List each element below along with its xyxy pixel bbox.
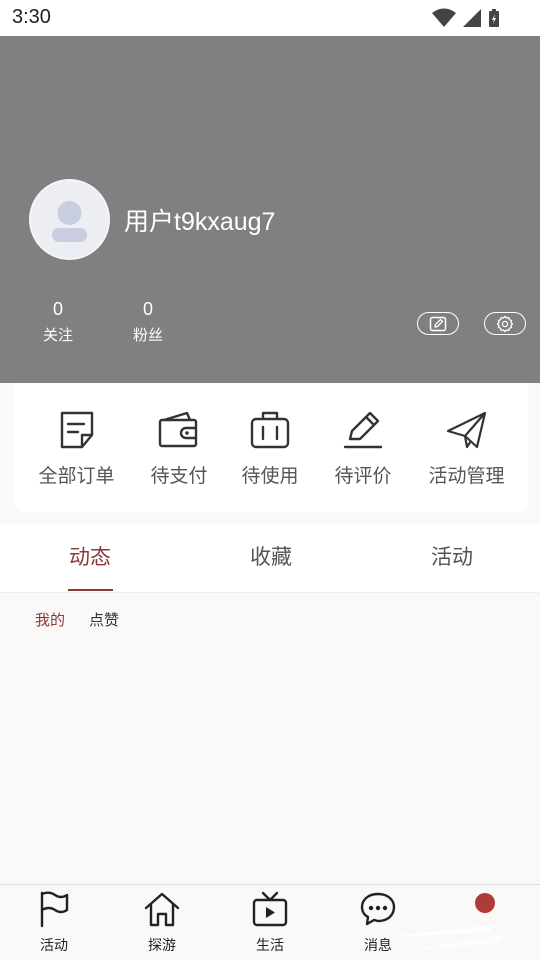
flag-icon — [40, 891, 69, 928]
battery-icon — [489, 9, 499, 27]
order-to-use-button[interactable]: 待使用 — [230, 407, 310, 488]
feed-subtabs: 我的 点赞 — [0, 606, 540, 632]
nav-activities[interactable]: 活动 — [14, 889, 94, 955]
stat-following[interactable]: 0 关注 — [28, 298, 88, 346]
order-to-review-label: 待评价 — [334, 465, 392, 487]
order-all-button[interactable]: 全部订单 — [34, 407, 119, 488]
stat-fans-value: 0 — [142, 299, 153, 319]
status-bar: 3:30 — [0, 0, 540, 36]
tab-favorites[interactable]: 收藏 — [211, 541, 331, 571]
stat-fans[interactable]: 0 粉丝 — [118, 298, 178, 346]
order-all-label: 全部订单 — [38, 465, 115, 487]
settings-button[interactable] — [484, 312, 526, 335]
stat-fans-label: 粉丝 — [132, 326, 163, 344]
tab-feed[interactable]: 动态 — [30, 541, 150, 571]
home-icon — [144, 892, 180, 927]
bottom-nav: 活动 探游 生活 消息 — [0, 884, 540, 960]
wifi-icon — [432, 8, 456, 27]
subtab-likes[interactable]: 点赞 — [89, 609, 119, 630]
order-to-use-label: 待使用 — [241, 465, 299, 487]
status-icons — [432, 8, 500, 28]
pen-icon — [343, 411, 383, 449]
stat-following-label: 关注 — [42, 326, 73, 344]
stat-following-value: 0 — [52, 299, 63, 319]
orders-card: 全部订单 待支付 待使用 待评价 活动管理 — [14, 383, 528, 512]
tab-activities[interactable]: 活动 — [392, 541, 512, 571]
user-icon — [52, 201, 87, 242]
activity-management-label: 活动管理 — [428, 465, 505, 487]
nav-messages[interactable]: 消息 — [338, 889, 418, 955]
chat-icon — [360, 892, 396, 926]
edit-profile-button[interactable] — [417, 312, 459, 335]
order-list-icon — [60, 411, 93, 449]
username[interactable]: 用户t9kxaug7 — [124, 202, 275, 238]
gear-icon — [496, 315, 514, 332]
order-to-review-button[interactable]: 待评价 — [323, 407, 403, 488]
nav-activities-label: 活动 — [40, 938, 68, 954]
content-tabs: 动态 收藏 活动 — [0, 525, 540, 593]
order-pending-payment-button[interactable]: 待支付 — [139, 407, 219, 488]
nav-life-label: 生活 — [256, 938, 284, 954]
order-pending-payment-label: 待支付 — [150, 465, 208, 487]
signal-icon — [463, 9, 481, 27]
edit-icon — [429, 316, 447, 331]
nav-explore-label: 探游 — [148, 938, 176, 954]
paper-plane-icon — [446, 411, 486, 449]
briefcase-icon — [250, 411, 290, 449]
nav-profile-dot[interactable] — [475, 893, 495, 913]
status-time: 3:30 — [12, 6, 51, 28]
tv-icon — [252, 891, 288, 927]
avatar[interactable] — [29, 179, 110, 260]
nav-explore[interactable]: 探游 — [122, 889, 202, 955]
wallet-icon — [158, 411, 198, 448]
nav-life[interactable]: 生活 — [230, 889, 310, 955]
subtab-mine[interactable]: 我的 — [35, 609, 65, 630]
active-tab-indicator — [68, 589, 113, 591]
activity-management-button[interactable]: 活动管理 — [419, 407, 514, 488]
profile-header: 用户t9kxaug7 0 关注 0 粉丝 — [0, 36, 540, 383]
nav-messages-label: 消息 — [364, 938, 392, 954]
